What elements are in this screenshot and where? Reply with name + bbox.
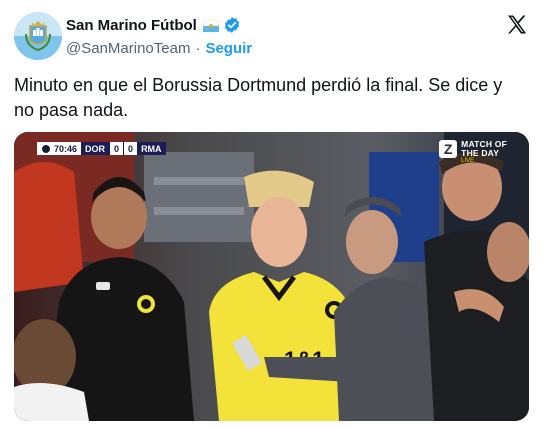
verified-badge-icon <box>223 16 241 34</box>
tweet-card: San Marino Fútbol @SanMarinoTeam · Segui… <box>0 0 545 429</box>
match-clock-time: 70:46 <box>54 143 78 154</box>
motd-live: LIVE <box>461 158 475 164</box>
motd-z-icon: Z <box>439 140 458 158</box>
x-logo-icon[interactable] <box>505 13 529 37</box>
football-icon <box>41 143 51 154</box>
handle[interactable]: @SanMarinoTeam <box>66 40 190 57</box>
away-score: 0 <box>123 142 138 155</box>
avatar[interactable] <box>14 12 62 60</box>
separator-dot: · <box>195 39 201 57</box>
match-scene-illustration: 1&1 <box>14 132 529 421</box>
home-team: DOR <box>81 142 110 155</box>
scorebug: 70:46 DOR 0 0 RMA <box>37 142 166 155</box>
san-marino-flag-icon <box>202 19 220 32</box>
name-row: San Marino Fútbol <box>66 15 241 35</box>
tweet-media-image[interactable]: 1&1 70:46 DOR 0 0 RMA <box>14 132 529 421</box>
display-name[interactable]: San Marino Fútbol <box>66 17 197 34</box>
motd-line-2: THE DAY <box>461 148 500 158</box>
broadcast-logo: Z MATCH OF THE DAY LIVE <box>439 140 507 165</box>
match-clock: 70:46 <box>37 142 82 155</box>
handle-row: @SanMarinoTeam · Seguir <box>66 38 252 58</box>
tweet-text: Minuto en que el Borussia Dortmund perdi… <box>14 75 503 120</box>
home-score: 0 <box>109 142 124 155</box>
away-team: RMA <box>137 142 166 155</box>
follow-button[interactable]: Seguir <box>205 40 252 57</box>
